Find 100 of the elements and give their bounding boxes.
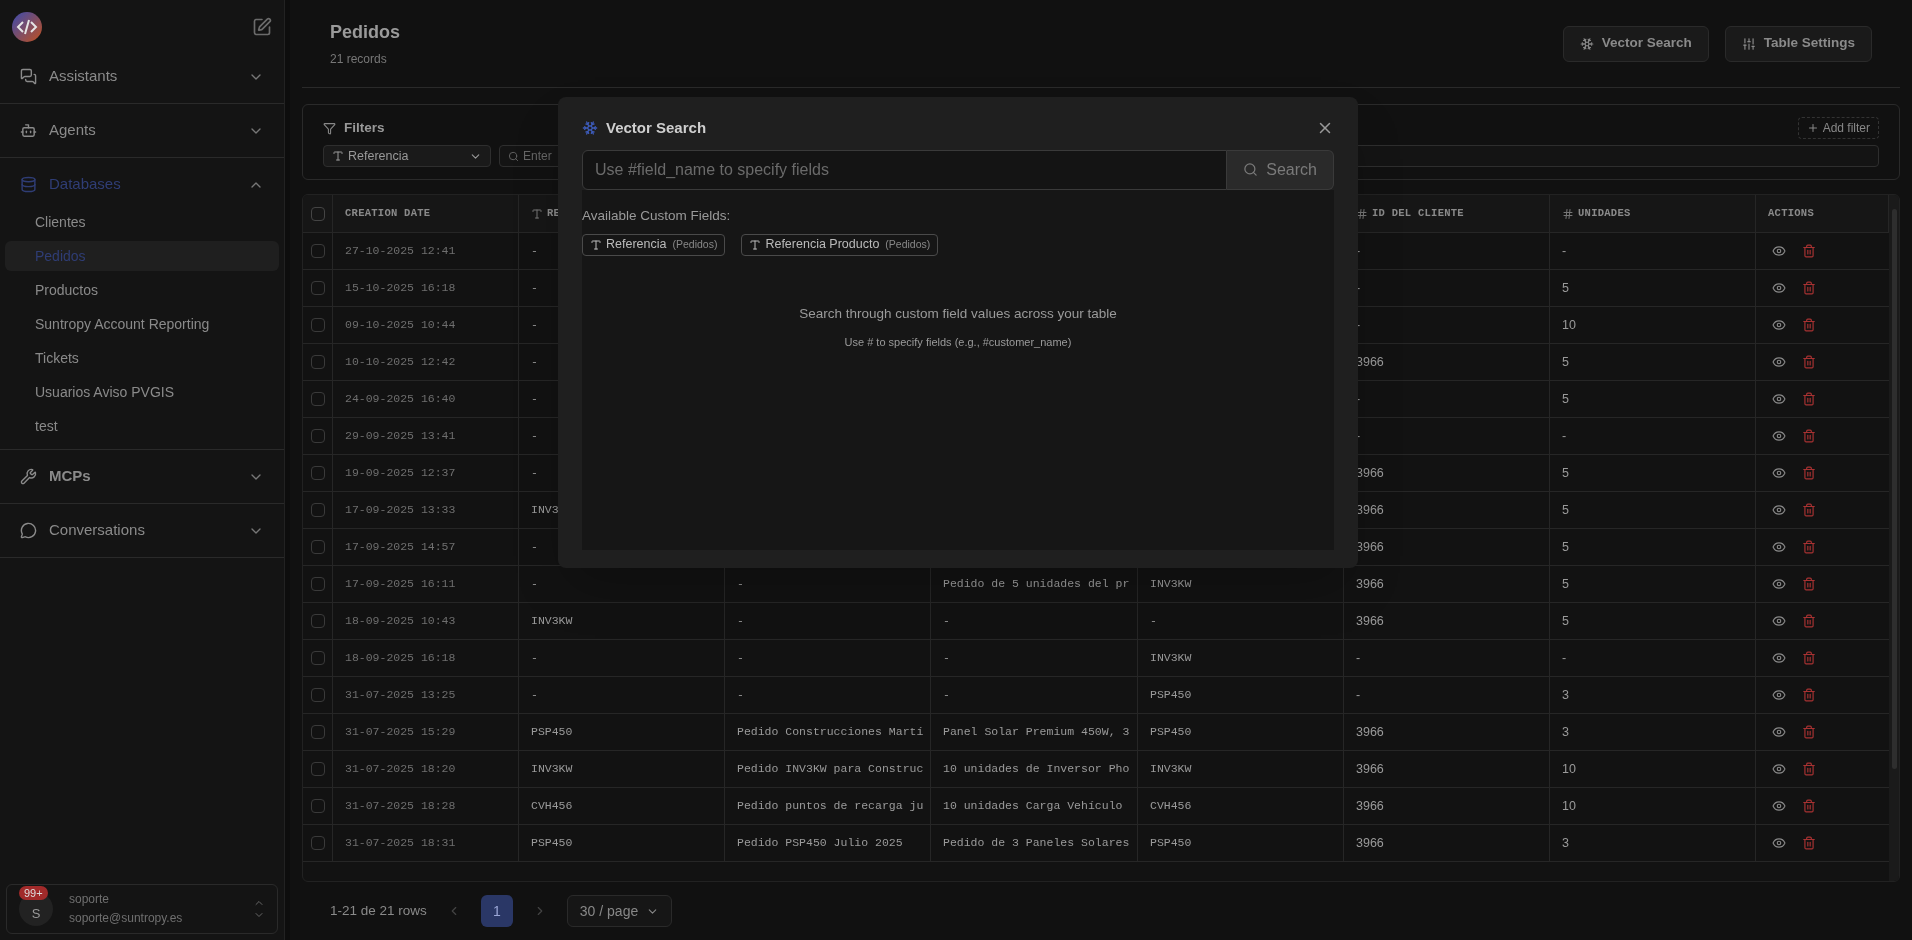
logo-icon[interactable] [12,12,42,42]
table-cell-text: - [1150,613,1157,630]
table-cell-text: - [1562,427,1567,445]
view-icon[interactable] [1772,392,1786,406]
row-checkbox[interactable] [310,466,325,480]
delete-icon[interactable] [1802,688,1816,702]
table-settings-button[interactable]: Table Settings [1724,25,1872,62]
row-checkbox[interactable] [310,725,325,739]
view-icon[interactable] [1772,503,1786,517]
field-chip[interactable]: Referencia (Pedidos) [582,233,726,256]
sidebar-item[interactable]: Suntropy Account Reporting [5,309,279,339]
row-checkbox[interactable] [310,688,325,702]
delete-icon[interactable] [1802,836,1816,850]
select-all-checkbox[interactable] [310,206,325,221]
view-icon[interactable] [1772,429,1786,443]
delete-icon[interactable] [1802,540,1816,554]
delete-icon[interactable] [1802,244,1816,258]
vector-search-button[interactable]: Vector Search [1562,25,1709,62]
table-cell-text: PSP450 [531,724,573,741]
table-cell-text: 3966 [1356,575,1384,593]
view-icon[interactable] [1772,318,1786,332]
row-checkbox[interactable] [310,799,325,813]
delete-icon[interactable] [1802,577,1816,591]
sidebar-item[interactable]: test [5,411,279,441]
row-checkbox[interactable] [310,762,325,776]
fields-label: Available Custom Fields: [582,206,732,225]
row-checkbox[interactable] [310,836,325,850]
database-icon [20,176,37,193]
delete-icon[interactable] [1802,429,1816,443]
search-icon [508,150,519,162]
row-checkbox[interactable] [310,318,325,332]
view-icon[interactable] [1772,466,1786,480]
field-chip[interactable]: Referencia Producto (Pedidos) [741,233,939,256]
delete-icon[interactable] [1802,355,1816,369]
sidebar-section[interactable]: MCPs [0,454,284,499]
table-cell-text: Pedido PSP450 Julio 2025 [737,835,903,852]
sidebar-item[interactable]: Productos [5,275,279,305]
scrollbar[interactable] [1889,195,1899,881]
sidebar-item[interactable]: Clientes [5,207,279,237]
view-icon[interactable] [1772,577,1786,591]
delete-icon[interactable] [1802,762,1816,776]
delete-icon[interactable] [1802,503,1816,517]
table-cell-text: Pedido puntos de recarga ju [737,798,924,815]
sidebar-section[interactable]: Assistants [0,54,284,99]
table-cell-text: PSP450 [1150,724,1192,741]
new-chat-icon[interactable] [252,17,272,37]
field-select[interactable]: Referencia [323,145,491,167]
table-cell-text: 3966 [1356,353,1384,371]
row-checkbox[interactable] [310,614,325,628]
table-cell-text: 10 [1562,797,1576,815]
sidebar-item[interactable]: Usuarios Aviso PVGIS [5,377,279,407]
row-checkbox[interactable] [310,540,325,554]
delete-icon[interactable] [1802,392,1816,406]
row-checkbox[interactable] [310,503,325,517]
sidebar-item[interactable]: Tickets [5,343,279,373]
view-icon[interactable] [1772,688,1786,702]
view-icon[interactable] [1772,540,1786,554]
row-checkbox[interactable] [310,281,325,295]
view-icon[interactable] [1772,836,1786,850]
user-name: soporte [69,891,111,908]
search-button[interactable]: Search [1227,149,1334,190]
delete-icon[interactable] [1802,466,1816,480]
table-cell-text: - [531,465,538,482]
page-size-select[interactable]: 30 / page [566,895,673,927]
user-card[interactable]: S 99+ soporte soporte@suntropy.es [6,884,278,934]
delete-icon[interactable] [1802,614,1816,628]
add-filter-button[interactable]: Add filter [1797,117,1879,139]
row-checkbox[interactable] [310,651,325,665]
view-icon[interactable] [1772,614,1786,628]
search-field[interactable]: Use #field_name to specify fields [582,149,1228,190]
row-checkbox[interactable] [310,577,325,591]
plus-icon [1806,122,1819,134]
view-icon[interactable] [1772,281,1786,295]
table-cell-text: 31-07-2025 18:31 [345,835,456,852]
table-cell-text: 5 [1562,464,1569,482]
sidebar-section[interactable]: Agents [0,108,284,153]
delete-icon[interactable] [1802,799,1816,813]
table-cell-text: CVH456 [1150,798,1192,815]
delete-icon[interactable] [1802,281,1816,295]
table-cell-text: INV3KW [1150,761,1192,778]
view-icon[interactable] [1772,355,1786,369]
row-checkbox[interactable] [310,429,325,443]
view-icon[interactable] [1772,725,1786,739]
view-icon[interactable] [1772,651,1786,665]
delete-icon[interactable] [1802,651,1816,665]
table-cell-text: - [1562,649,1567,667]
view-icon[interactable] [1772,762,1786,776]
text-type-icon [749,238,762,251]
view-icon[interactable] [1772,244,1786,258]
row-checkbox[interactable] [310,244,325,258]
page-button[interactable]: 1 [480,895,513,927]
view-icon[interactable] [1772,799,1786,813]
row-checkbox[interactable] [310,392,325,406]
table-cell-text: 3966 [1356,612,1384,630]
sidebar-section[interactable]: Conversations [0,508,284,553]
delete-icon[interactable] [1802,725,1816,739]
delete-icon[interactable] [1802,318,1816,332]
table-cell-text: 19-09-2025 12:37 [345,465,456,482]
chat-bubbles-icon [20,68,37,85]
row-checkbox[interactable] [310,355,325,369]
